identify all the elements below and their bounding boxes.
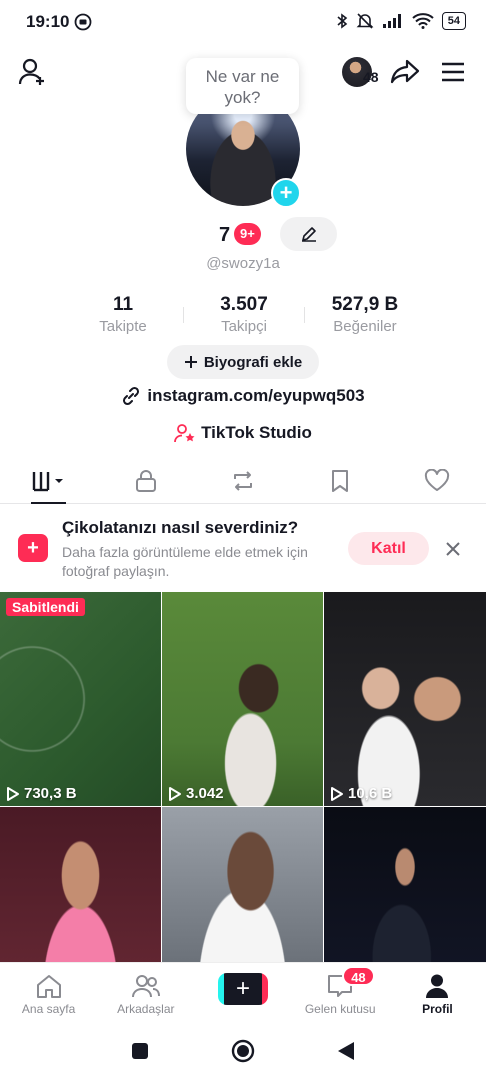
inbox-badge: 48: [342, 966, 375, 986]
stat-value: 11: [112, 294, 134, 315]
bubble-text-line2: yok?: [224, 88, 261, 107]
bookmark-icon: [332, 469, 349, 492]
battery-indicator: 54: [441, 12, 466, 30]
profile-icon: [426, 974, 449, 998]
menu-icon[interactable]: [436, 55, 470, 89]
bluetooth-icon: [337, 13, 348, 29]
bubble-text-line1: Ne var ne: [205, 67, 280, 86]
recent-apps-icon[interactable]: [131, 1042, 149, 1060]
photo-add-icon: +: [18, 534, 48, 562]
stat-label: Takipte: [99, 318, 147, 335]
home-icon: [36, 975, 61, 998]
view-count-text: 730,3 B: [24, 785, 77, 802]
add-bio-label: Biyografi ekle: [203, 353, 303, 371]
promo-text: Daha fazla görüntüleme elde etmek için f…: [62, 544, 308, 579]
profile-link-text: instagram.com/eyupwq503: [147, 386, 365, 405]
view-count-text: 3.042: [186, 785, 224, 802]
view-count-text: 10,6 B: [348, 785, 393, 802]
tiktok-studio-label: TikTok Studio: [201, 423, 312, 442]
view-count: 10,6 B: [330, 785, 392, 802]
stat-value: 527,9 B: [331, 294, 399, 315]
tiktok-studio-link[interactable]: TikTok Studio: [0, 423, 486, 443]
tab-saved[interactable]: [292, 458, 389, 503]
join-button[interactable]: Katıl: [348, 532, 429, 565]
avatar-count: 48: [363, 69, 379, 85]
share-icon[interactable]: [388, 55, 422, 89]
stat-following[interactable]: 11 Takipte: [63, 294, 183, 335]
username: @swozy1a: [206, 255, 280, 272]
nav-friends-label: Arkadaşlar: [117, 1002, 175, 1016]
video-grid-icon: [32, 471, 63, 491]
profile-link[interactable]: instagram.com/eyupwq503: [0, 386, 486, 406]
status-time: 19:10: [26, 12, 70, 31]
signal-icon: [382, 14, 401, 28]
plus-icon: [184, 356, 197, 368]
view-count: 3.042: [168, 785, 224, 802]
stat-label: Beğeniler: [333, 318, 397, 335]
stat-likes[interactable]: 527,9 B Beğeniler: [305, 294, 425, 335]
nav-home[interactable]: Ana sayfa: [0, 963, 97, 1022]
back-icon[interactable]: [337, 1041, 355, 1061]
tab-reposts[interactable]: [194, 458, 291, 503]
view-count: 730,3 B: [6, 785, 77, 802]
tab-videos[interactable]: [0, 458, 97, 504]
promo-title: Çikolatanızı nasıl severdiniz?: [62, 518, 299, 537]
stats-row: 11 Takipte 3.507 Takipçi 527,9 B Beğenil…: [63, 294, 425, 335]
video-thumbnail[interactable]: 3.042: [162, 592, 323, 806]
stat-value: 3.507: [220, 294, 268, 315]
nav-profile-label: Profil: [422, 1002, 453, 1016]
system-nav: [0, 1022, 486, 1080]
play-icon: [7, 786, 19, 801]
link-icon: [123, 386, 140, 406]
video-thumbnail[interactable]: Sabitlendi 730,3 B: [0, 592, 161, 806]
nav-create[interactable]: +: [194, 963, 291, 1022]
nav-profile[interactable]: Profil: [389, 963, 486, 1022]
repost-icon: [234, 470, 252, 491]
nickname: 7: [219, 224, 231, 246]
stat-label: Takipçi: [221, 318, 267, 335]
profile-tabs: [0, 458, 486, 504]
play-icon: [169, 786, 181, 801]
add-friend-icon[interactable]: [16, 55, 50, 89]
plus-icon: +: [224, 973, 262, 1005]
status-bubble[interactable]: Ne var ne yok?: [186, 58, 299, 114]
tab-liked[interactable]: [389, 458, 486, 503]
video-grid: Sabitlendi 730,3 B 3.042 10,6 B: [0, 592, 486, 1021]
add-bio-button[interactable]: Biyografi ekle: [167, 345, 319, 379]
wifi-icon: [412, 13, 434, 29]
heart-icon: [425, 468, 450, 491]
home-button-icon[interactable]: [231, 1039, 255, 1063]
screen-record-icon: [74, 13, 92, 36]
nav-friends[interactable]: Arkadaşlar: [97, 963, 194, 1022]
add-avatar-plus-icon[interactable]: +: [271, 178, 301, 208]
create-button[interactable]: +: [218, 973, 268, 1005]
tab-private[interactable]: [97, 458, 194, 503]
nav-inbox[interactable]: 48 Gelen kutusu: [292, 963, 389, 1022]
video-thumbnail[interactable]: 10,6 B: [324, 592, 486, 806]
lock-icon: [135, 469, 156, 492]
nav-home-label: Ana sayfa: [21, 1002, 76, 1016]
stat-followers[interactable]: 3.507 Takipçi: [184, 294, 304, 335]
friends-icon: [131, 975, 160, 998]
status-icons: 54: [336, 12, 466, 30]
notification-badge[interactable]: 9+: [234, 223, 261, 245]
edit-profile-button[interactable]: [280, 217, 337, 251]
bottom-nav: Ana sayfa Arkadaşlar + 48 Gelen kutusu P…: [0, 962, 486, 1022]
mute-icon: [356, 13, 374, 29]
pencil-icon: [301, 227, 316, 242]
studio-person-star-icon: [174, 424, 195, 443]
play-icon: [331, 786, 343, 801]
pinned-badge: Sabitlendi: [6, 598, 85, 616]
close-icon[interactable]: [440, 536, 466, 562]
nav-inbox-label: Gelen kutusu: [304, 1002, 376, 1016]
